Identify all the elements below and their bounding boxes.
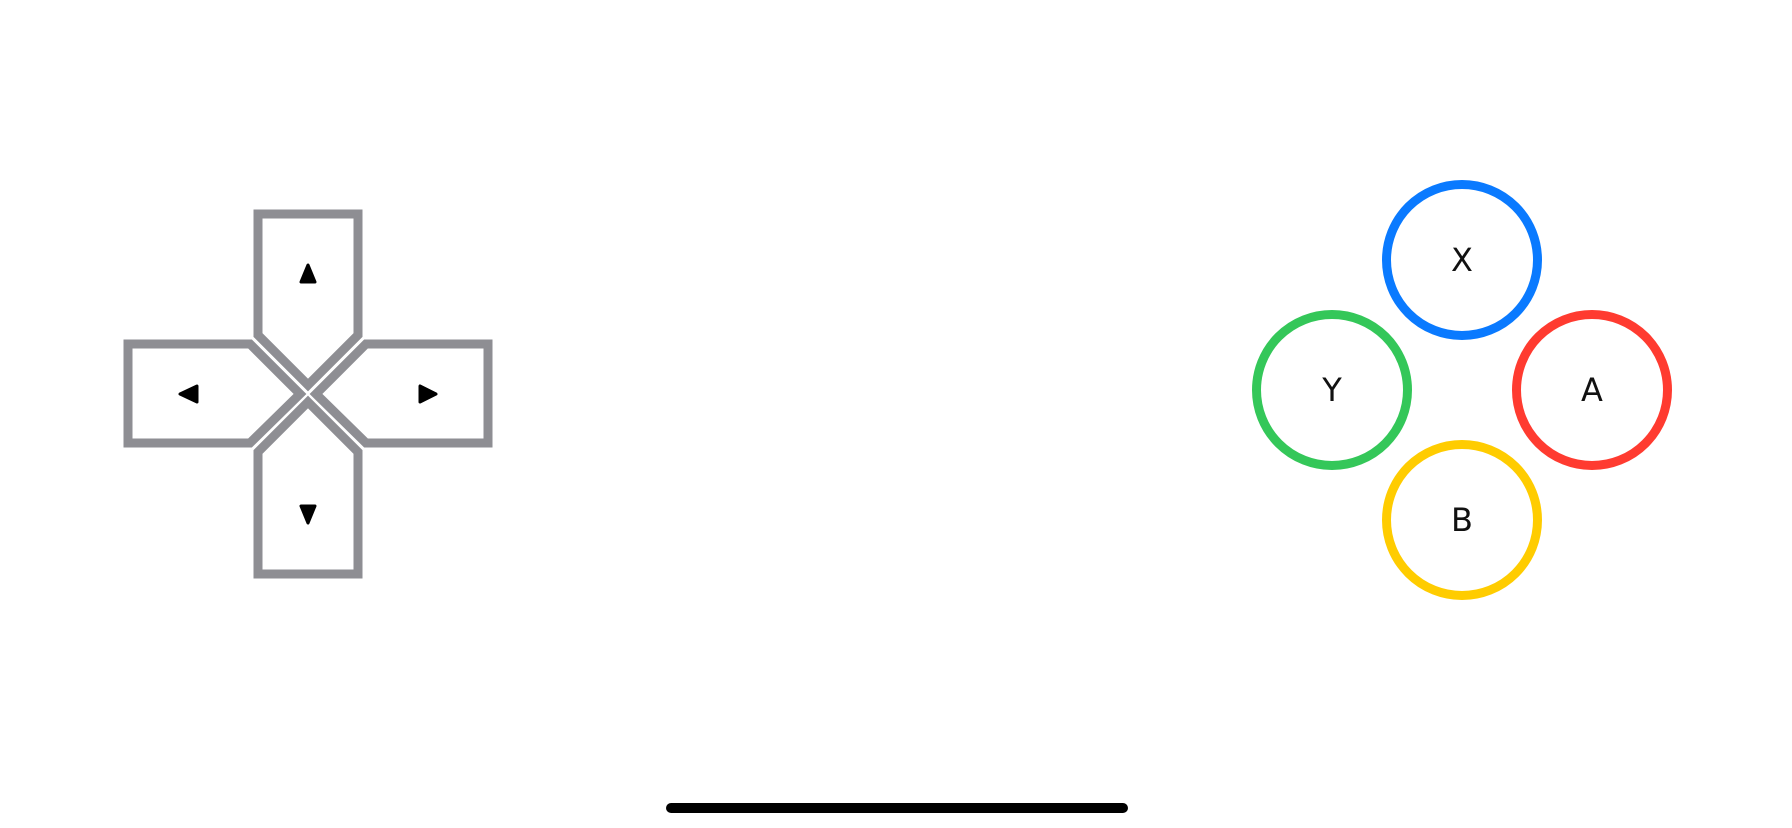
a-button[interactable]: A [1512, 310, 1672, 470]
b-button-label: B [1451, 501, 1473, 539]
game-controller-screen: X Y A B [0, 0, 1792, 828]
home-indicator[interactable] [666, 803, 1128, 813]
dpad-up-button[interactable] [253, 209, 363, 392]
y-button[interactable]: Y [1252, 310, 1412, 470]
y-button-label: Y [1322, 371, 1342, 409]
b-button[interactable]: B [1382, 440, 1542, 600]
dpad-down-button[interactable] [253, 395, 363, 579]
dpad-left-button[interactable] [123, 339, 307, 448]
a-button-label: A [1581, 371, 1603, 409]
x-button[interactable]: X [1382, 180, 1542, 340]
dpad-right-button[interactable] [309, 339, 493, 448]
x-button-label: X [1451, 241, 1473, 279]
